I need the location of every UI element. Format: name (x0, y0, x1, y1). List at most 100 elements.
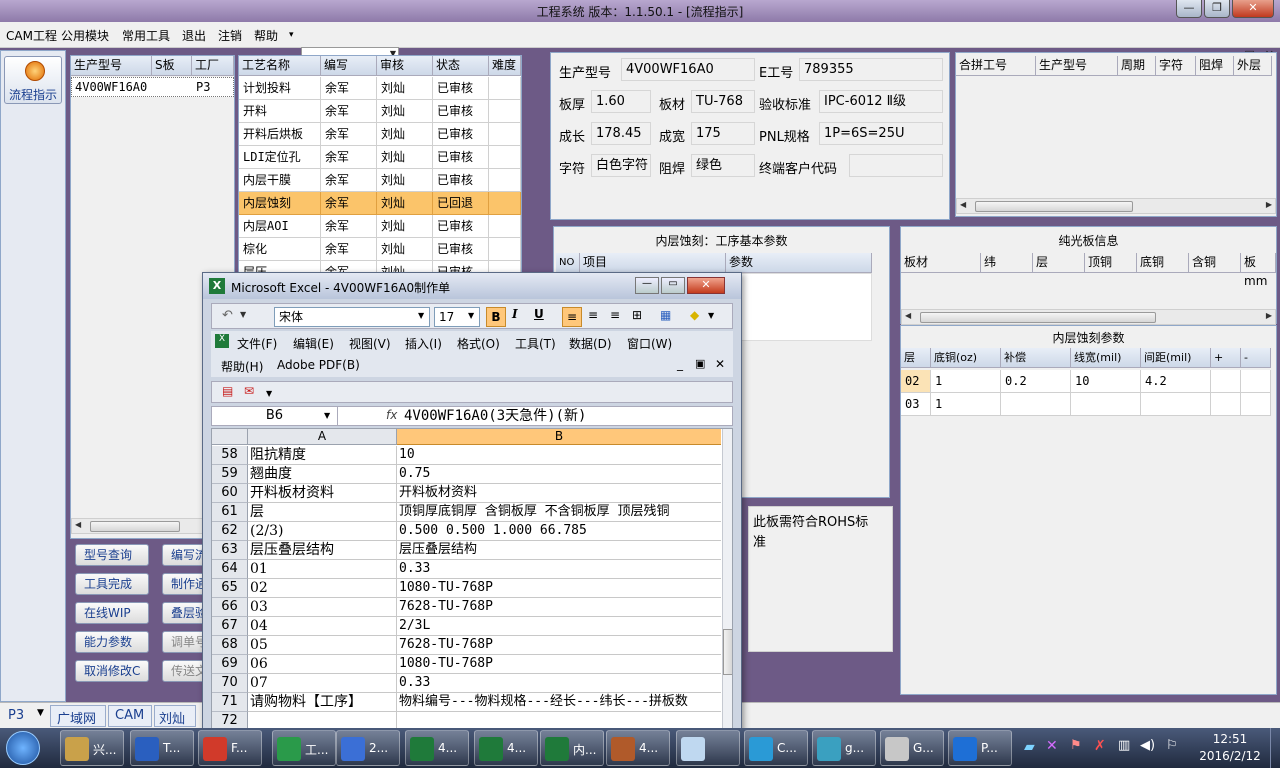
scroll-thumb[interactable] (90, 521, 180, 532)
etch-cell[interactable] (1071, 393, 1141, 416)
taskbar-item[interactable]: 2... (336, 730, 400, 766)
taskbar-item[interactable]: T... (130, 730, 194, 766)
etch-col[interactable]: 补偿 (1001, 348, 1071, 368)
status-factory[interactable]: P3 (8, 708, 24, 723)
table-row[interactable]: 02 1 0.2 10 4.2 (901, 370, 1276, 393)
col-factory[interactable]: 工厂 (192, 56, 234, 76)
cell-a[interactable]: 03 (248, 598, 397, 617)
cell-a[interactable]: 请购物料【工序】 (248, 693, 397, 712)
name-box[interactable]: B6 (212, 407, 338, 425)
action-button[interactable]: 取消修改C (75, 660, 149, 682)
table-row[interactable]: 4V00WF16A0 P3 (71, 77, 234, 97)
cell-a[interactable]: 04 (248, 617, 397, 636)
volume-icon[interactable]: ◀) (1140, 738, 1155, 753)
col-model[interactable]: 生产型号 (71, 56, 152, 76)
font-select[interactable]: 宋体 (274, 307, 430, 327)
excel-close-button[interactable]: ✕ (687, 277, 725, 294)
tray-app-icon[interactable]: ▰ (1024, 739, 1035, 755)
table-row[interactable]: 开料 余军 刘灿 已审核 (239, 100, 521, 123)
cell-b[interactable]: 0.75 (397, 465, 721, 484)
menu-window[interactable]: 窗口(W) (627, 335, 672, 352)
sheet-vscroll[interactable] (722, 429, 732, 730)
chevron-down-icon[interactable]: ▼ (468, 311, 474, 320)
show-desktop-button[interactable] (1270, 728, 1280, 768)
taskbar-item[interactable]: P... (948, 730, 1012, 766)
close-button[interactable]: ✕ (1232, 0, 1274, 18)
etch-col[interactable]: 线宽(mil) (1071, 348, 1141, 368)
cell-b[interactable]: 1080-TU-768P (397, 655, 721, 674)
plain-col[interactable]: 板材 (901, 253, 981, 273)
etch-col[interactable]: - (1241, 348, 1271, 368)
doc-minimize-button[interactable]: _ (677, 357, 683, 371)
cell-a[interactable]: 06 (248, 655, 397, 674)
action-button[interactable]: 型号查询 (75, 544, 149, 566)
pdf-icon[interactable]: ▤ (222, 384, 233, 398)
combine-col[interactable]: 字符 (1156, 56, 1196, 76)
cell-a[interactable]: 阻抗精度 (248, 446, 397, 465)
etch-cell[interactable]: 02 (901, 370, 931, 393)
flag-icon[interactable]: ⚐ (1166, 738, 1178, 753)
taskbar-item[interactable]: G... (880, 730, 944, 766)
select-all[interactable] (212, 429, 248, 445)
etch-cell[interactable]: 10 (1071, 370, 1141, 393)
row-header[interactable]: 63 (212, 541, 248, 560)
plain-col[interactable]: 纬 (981, 253, 1033, 273)
chevron-down-icon[interactable]: ▼ (324, 411, 330, 420)
underline-button[interactable]: U (534, 307, 544, 321)
row-header[interactable]: 58 (212, 446, 248, 465)
row-header[interactable]: 68 (212, 636, 248, 655)
minimize-button[interactable]: — (1176, 0, 1202, 18)
align-right-icon[interactable]: ≡ (610, 308, 620, 322)
col-header-a[interactable]: A (248, 429, 397, 445)
etch-col[interactable]: 层 (901, 348, 931, 368)
cell-a[interactable]: 01 (248, 560, 397, 579)
chevron-down-icon[interactable]: ▼ (240, 310, 246, 319)
taskbar-item[interactable]: 工... (272, 730, 336, 766)
network-icon[interactable]: ▥ (1118, 738, 1130, 753)
menu-common[interactable]: 公用模块 (61, 27, 109, 44)
plain-col[interactable]: 底铜 (1137, 253, 1189, 273)
menu-help[interactable]: 帮助(H) (221, 358, 263, 375)
etch-cell[interactable]: 0.2 (1001, 370, 1071, 393)
cell-b[interactable]: 10 (397, 446, 721, 465)
process-col-0[interactable]: 工艺名称 (239, 56, 321, 76)
combine-col[interactable]: 周期 (1118, 56, 1156, 76)
chevron-down-icon[interactable]: ▼ (266, 389, 272, 398)
tray-red-x-icon[interactable]: ✗ (1094, 738, 1106, 754)
cell-a[interactable]: 02 (248, 579, 397, 598)
process-col-4[interactable]: 难度 (489, 56, 521, 76)
merge-center-icon[interactable]: ⊞ (632, 308, 642, 322)
doc-restore-button[interactable]: ▣ (695, 357, 705, 370)
cell-b[interactable]: 1080-TU-768P (397, 579, 721, 598)
etch-cell[interactable]: 4.2 (1141, 370, 1211, 393)
table-row[interactable]: 内层AOI 余军 刘灿 已审核 (239, 215, 521, 238)
cell-b[interactable]: 物料编号---物料规格---经长---纬长---拼板数 (397, 693, 721, 712)
combine-col[interactable]: 合拼工号 (956, 56, 1036, 76)
etch-col[interactable]: + (1211, 348, 1241, 368)
formula-input[interactable]: 4V00WF16A0(3天急件)(新) (404, 407, 586, 425)
etch-col[interactable]: 间距(mil) (1141, 348, 1211, 368)
fill-color-icon[interactable]: ◆ (690, 308, 699, 322)
taskbar-item[interactable]: 4... (474, 730, 538, 766)
cell-b[interactable]: 0.33 (397, 674, 721, 693)
doc-close-button[interactable]: ✕ (715, 357, 725, 371)
menu-edit[interactable]: 编辑(E) (293, 335, 334, 352)
cell-b[interactable]: 层压叠层结构 (397, 541, 721, 560)
etch-cell[interactable] (1001, 393, 1071, 416)
chevron-down-icon[interactable]: ▼ (418, 311, 424, 320)
process-col-2[interactable]: 审核 (377, 56, 433, 76)
align-left-icon[interactable]: ≡ (562, 307, 582, 327)
action-button[interactable]: 在线WIP (75, 602, 149, 624)
table-row[interactable]: 开料后烘板 余军 刘灿 已审核 (239, 123, 521, 146)
table-row[interactable]: 计划投料 余军 刘灿 已审核 (239, 77, 521, 100)
excel-maximize-button[interactable]: ▭ (661, 277, 685, 294)
menu-logout[interactable]: 注销 (218, 27, 242, 44)
taskbar-item[interactable] (676, 730, 740, 766)
bold-button[interactable]: B (486, 307, 506, 327)
col-header-b[interactable]: B (397, 429, 721, 445)
cell-b[interactable]: 7628-TU-768P (397, 636, 721, 655)
combine-col[interactable]: 外层 (1234, 56, 1272, 76)
combine-col[interactable]: 阻焊 (1196, 56, 1234, 76)
format-painter-icon[interactable]: ▦ (660, 308, 671, 322)
row-header[interactable]: 64 (212, 560, 248, 579)
